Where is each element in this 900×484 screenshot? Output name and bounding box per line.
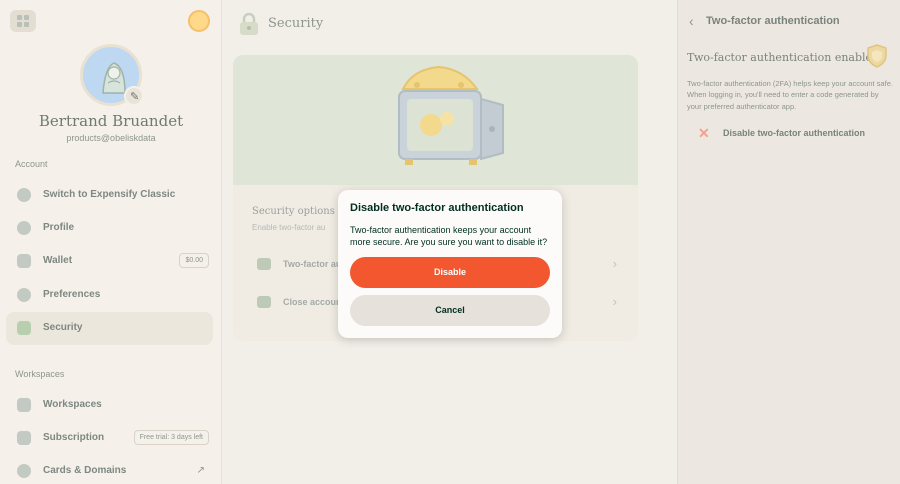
section-label-workspaces: Workspaces [15,369,65,379]
sidebar-item-security[interactable]: Security [6,312,213,345]
disable-2fa-menu-item[interactable]: ✕ Disable two-factor authentication [686,124,891,144]
sidebar-item-label: Workspaces [43,399,102,410]
edit-avatar-button[interactable]: ✎ [124,86,144,106]
cancel-button[interactable]: Cancel [350,295,550,326]
building-icon [17,398,31,412]
menu-item-label: Disable two-factor authentication [723,128,866,138]
option-label: Close accoun [283,297,342,307]
user-display-name: Bertrand Bruandet [38,112,184,130]
sidebar: ✎ Bertrand Bruandet products@obeliskdata… [0,0,222,484]
profile-icon [17,221,31,235]
pencil-icon: ✎ [130,91,140,103]
wallet-icon [17,254,31,268]
sidebar-item-label: Subscription [43,432,105,443]
option-label: Two-factor au [283,259,342,269]
shield-icon [867,44,887,68]
lock-icon [238,12,260,36]
sidebar-item-label: Security [43,322,83,333]
external-link-icon: ↗ [196,465,205,476]
user-email: products@obeliskdata [66,133,156,143]
card-title: Security options [252,206,335,217]
modal-title: Disable two-factor authentication [350,202,524,214]
sidebar-item-label: Wallet [43,255,73,266]
security-illustration [233,55,638,185]
chevron-right-icon: › [612,256,617,271]
lock-icon [17,321,31,335]
section-label-account: Account [15,159,48,169]
sidebar-item-label: Switch to Expensify Classic [43,189,176,200]
disable-button[interactable]: Disable [350,257,550,288]
modal-body: Two-factor authentication keeps your acc… [350,225,548,248]
card-icon [17,431,31,445]
sidebar-item-preferences[interactable]: Preferences [6,279,213,312]
close-account-icon [257,296,271,308]
two-factor-panel: ‹ Two-factor authentication Two-factor a… [677,0,900,484]
gear-icon [17,288,31,302]
page-title: Security [268,16,324,31]
confirm-disable-modal: Disable two-factor authentication Two-fa… [338,190,562,338]
close-icon: ✕ [698,125,710,141]
free-trial-badge: Free trial: 3 days left [133,430,209,445]
panel-title: Two-factor authentication [706,15,840,27]
user-status-icon[interactable] [188,10,210,32]
status-heading: Two-factor authentication enabled [687,51,880,64]
home-icon [17,15,29,27]
shield-icon [257,258,271,270]
sidebar-item-cards-domains[interactable]: Cards & Domains ↗ [6,455,213,484]
sidebar-item-switch-classic[interactable]: Switch to Expensify Classic [6,179,213,212]
home-button[interactable] [10,10,36,32]
sidebar-item-workspaces[interactable]: Workspaces [6,389,213,422]
card-subtitle: Enable two-factor au [252,223,326,232]
switch-icon [17,188,31,202]
sidebar-item-label: Preferences [43,289,101,300]
wallet-balance-badge: $0.00 [179,253,209,268]
back-arrow-icon[interactable]: ‹ [689,13,694,29]
sidebar-item-label: Profile [43,222,75,233]
sidebar-item-profile[interactable]: Profile [6,212,213,245]
sidebar-item-wallet[interactable]: Wallet $0.00 [6,245,213,278]
panel-description: Two-factor authentication (2FA) helps ke… [687,79,893,111]
chevron-right-icon: › [612,294,617,309]
sidebar-item-label: Cards & Domains [43,465,127,476]
sidebar-item-subscription[interactable]: Subscription Free trial: 3 days left [6,422,213,455]
globe-icon [17,464,31,478]
